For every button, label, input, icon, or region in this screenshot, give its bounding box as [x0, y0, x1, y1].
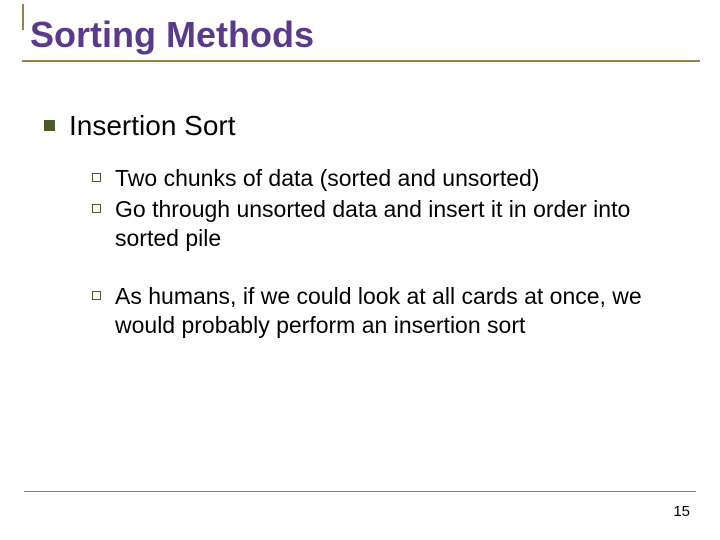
level2-text: Go through unsorted data and insert it i… — [115, 195, 686, 253]
square-hollow-icon — [92, 173, 101, 182]
bottom-rule — [24, 491, 696, 493]
level1-text: Insertion Sort — [69, 110, 236, 142]
slide: Sorting Methods Insertion Sort Two chunk… — [0, 0, 720, 540]
title-block: Sorting Methods — [26, 14, 694, 60]
bullet-level1: Insertion Sort — [44, 110, 686, 142]
bullet-level2: Go through unsorted data and insert it i… — [92, 195, 686, 253]
bullet-level2: As humans, if we could look at all cards… — [92, 282, 686, 340]
square-filled-icon — [44, 120, 55, 131]
level2-text: Two chunks of data (sorted and unsorted) — [115, 164, 539, 193]
title-left-tick — [22, 4, 24, 30]
slide-title: Sorting Methods — [26, 14, 694, 56]
square-hollow-icon — [92, 204, 101, 213]
title-underline — [22, 60, 700, 62]
content-area: Insertion Sort Two chunks of data (sorte… — [26, 66, 694, 340]
spacer — [92, 254, 686, 282]
sub-bullet-list: Two chunks of data (sorted and unsorted)… — [44, 164, 686, 340]
page-number: 15 — [673, 503, 690, 520]
bullet-level2: Two chunks of data (sorted and unsorted) — [92, 164, 686, 193]
level2-text: As humans, if we could look at all cards… — [115, 282, 686, 340]
square-hollow-icon — [92, 291, 101, 300]
